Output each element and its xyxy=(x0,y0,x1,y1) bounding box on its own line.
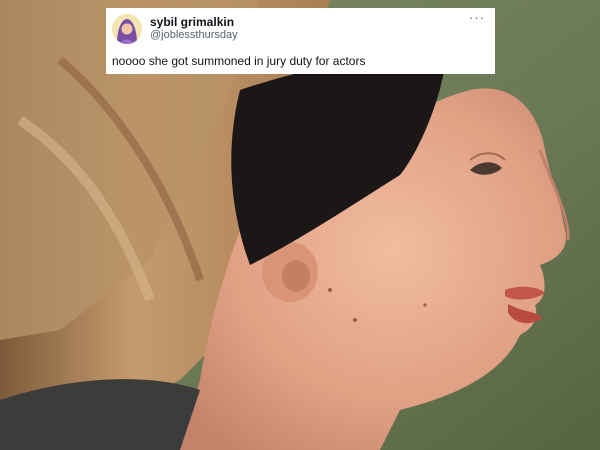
avatar[interactable] xyxy=(112,14,142,44)
tweet-card[interactable]: sybil grimalkin @joblessthursday ··· noo… xyxy=(106,8,495,74)
user-handle[interactable]: @joblessthursday xyxy=(150,29,238,42)
display-name[interactable]: sybil grimalkin xyxy=(150,15,234,29)
more-horizontal-icon[interactable]: ··· xyxy=(469,11,485,24)
tweet-text: noooo she got summoned in jury duty for … xyxy=(112,54,366,68)
